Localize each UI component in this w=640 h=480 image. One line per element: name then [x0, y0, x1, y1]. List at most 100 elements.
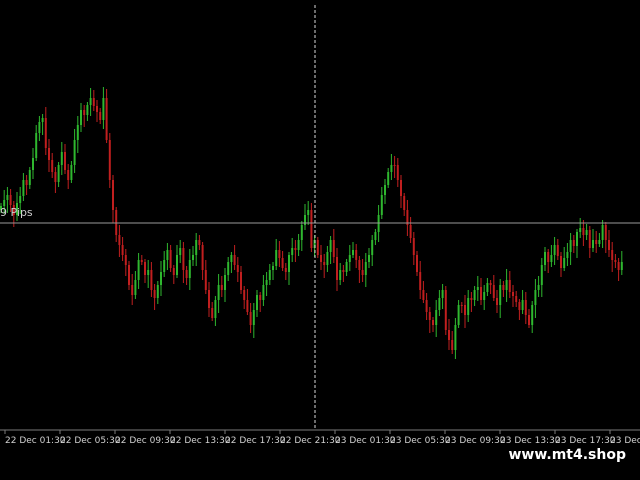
candle-body: [537, 285, 540, 290]
candle-body: [118, 235, 121, 245]
candle-body: [499, 285, 502, 305]
candle-body: [35, 133, 38, 158]
candle-body: [592, 240, 594, 248]
watermark: www.mt4.shop: [508, 447, 626, 463]
candle-body: [102, 98, 105, 120]
candle-body: [384, 185, 386, 195]
candle-body: [512, 292, 514, 296]
candle-body: [67, 170, 70, 180]
x-tick-label: 22 Dec 13:30: [170, 436, 231, 446]
candle-body: [576, 232, 578, 246]
candle-body: [262, 285, 265, 300]
candle-body: [243, 290, 246, 300]
candle-body: [307, 210, 310, 215]
candle-body: [326, 252, 329, 265]
candle-body: [220, 285, 223, 290]
candle-body: [147, 270, 150, 275]
candle-body: [297, 240, 300, 250]
candle-body: [451, 340, 454, 350]
candle-body: [169, 250, 172, 268]
candle-body: [48, 148, 50, 160]
candle-body: [214, 300, 217, 318]
candle-body: [70, 165, 73, 180]
candle-body: [390, 165, 393, 172]
candle-body: [291, 248, 294, 255]
candle-body: [89, 98, 92, 105]
x-tick-label: 22 Dec 17:30: [225, 436, 286, 446]
candle-body: [236, 265, 239, 272]
x-tick-label: 23 Dec 21:30: [610, 436, 640, 446]
candle-body: [192, 255, 194, 260]
candle-body: [204, 270, 207, 290]
candle-body: [521, 300, 524, 310]
candle-body: [233, 255, 236, 265]
candle-body: [265, 280, 268, 285]
candle-body: [272, 266, 274, 270]
candle-body: [185, 270, 188, 278]
candle-body: [595, 240, 598, 244]
candle-body: [60, 152, 63, 165]
candle-body: [400, 180, 402, 196]
candle-body: [470, 298, 473, 300]
candle-body: [396, 165, 399, 180]
candle-body: [403, 196, 406, 210]
candle-body: [435, 310, 438, 325]
candle-body: [502, 285, 505, 290]
candle-body: [608, 240, 610, 250]
candle-body: [332, 240, 335, 257]
candle-body: [544, 252, 546, 265]
candle-body: [105, 98, 108, 140]
candle-body: [416, 255, 418, 272]
candle-body: [182, 248, 185, 270]
candle-body: [54, 172, 57, 182]
x-tick-label: 23 Dec 13:30: [500, 436, 561, 446]
candle-body: [9, 195, 12, 205]
candle-body: [6, 195, 9, 200]
candle-body: [83, 110, 86, 115]
candle-body: [339, 270, 342, 280]
candle-body: [467, 298, 470, 315]
candle-body: [601, 225, 604, 240]
candle-body: [393, 165, 396, 166]
candlestick-chart[interactable]: 22 Dec 01:3022 Dec 05:3022 Dec 09:3022 D…: [0, 0, 640, 480]
candle-body: [374, 232, 377, 240]
candle-body: [201, 245, 204, 270]
candle-body: [28, 170, 31, 185]
candle-body: [480, 287, 482, 300]
candle-body: [441, 290, 444, 298]
candle-body: [336, 257, 338, 280]
candle-body: [486, 283, 489, 292]
x-tick-label: 22 Dec 21:30: [280, 436, 341, 446]
candle-body: [166, 250, 169, 260]
candle-body: [230, 255, 233, 262]
candle-body: [550, 255, 553, 262]
candle-body: [134, 280, 137, 295]
candle-body: [275, 250, 278, 266]
candle-body: [44, 118, 47, 148]
candle-body: [224, 275, 226, 290]
candle-body: [585, 230, 588, 235]
candle-body: [345, 262, 348, 272]
candle-body: [288, 255, 290, 272]
candle-body: [438, 298, 441, 310]
candle-body: [473, 290, 476, 300]
candle-body: [38, 122, 41, 133]
candle-body: [569, 240, 572, 252]
candle-body: [489, 283, 492, 285]
candle-body: [352, 250, 354, 255]
candle-body: [448, 330, 450, 340]
candle-body: [316, 240, 319, 255]
candle-body: [614, 260, 617, 262]
candle-body: [176, 255, 178, 275]
candle-body: [86, 105, 89, 115]
candle-body: [300, 225, 303, 240]
candle-body: [531, 305, 534, 325]
candle-body: [25, 180, 28, 185]
candle-body: [92, 98, 95, 106]
candle-body: [112, 180, 114, 210]
candle-body: [208, 290, 210, 308]
candle-body: [425, 300, 428, 312]
candle-body: [505, 280, 508, 290]
candle-body: [160, 272, 162, 285]
candle-body: [163, 260, 166, 272]
